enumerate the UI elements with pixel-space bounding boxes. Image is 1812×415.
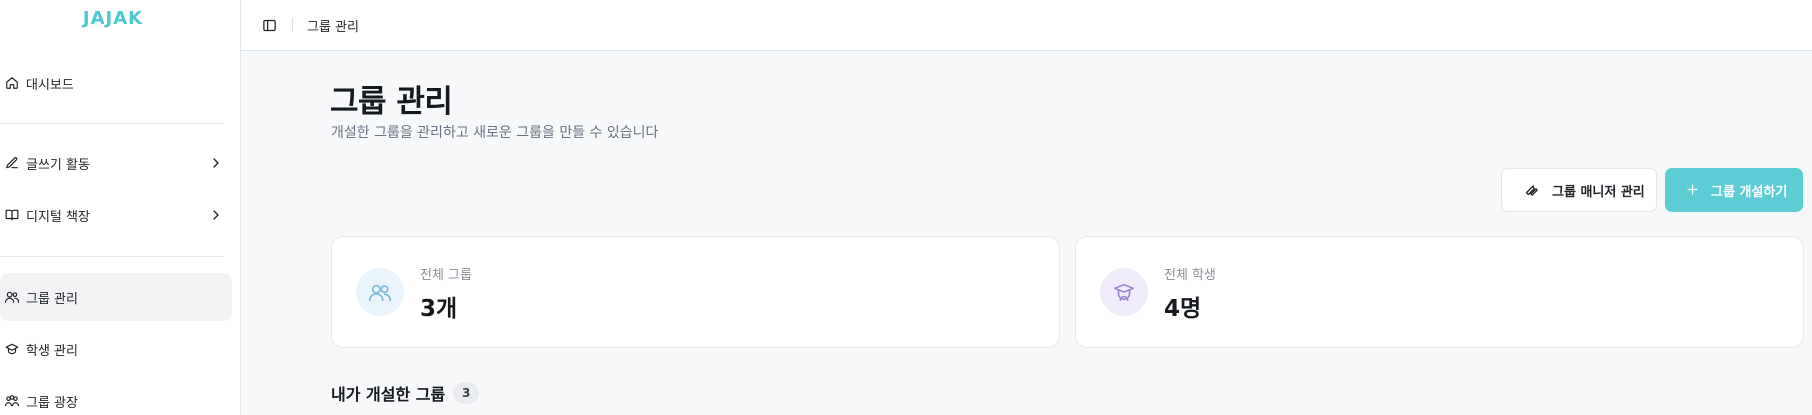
sidebar-item-dashboard[interactable]: 대시보드 [0, 59, 232, 107]
group-count-badge: 3 [453, 382, 480, 404]
sidebar-divider [0, 256, 224, 257]
group-manager-button[interactable]: 그룹 매니저 관리 [1501, 168, 1657, 212]
stat-value: 3개 [420, 296, 458, 322]
sidebar-item-label: 글쓰기 활동 [26, 157, 90, 173]
stat-label: 전체 학생 [1164, 268, 1216, 283]
sidebar-divider [0, 123, 224, 124]
stat-card-total-students: 전체 학생 4명 [1075, 236, 1804, 348]
main-content: 그룹 관리 개설한 그룹을 관리하고 새로운 그룹을 만들 수 있습니다 그룹 … [241, 51, 1812, 415]
page-subtitle: 개설한 그룹을 관리하고 새로운 그룹을 만들 수 있습니다 [331, 125, 659, 141]
users-icon [4, 289, 20, 305]
sidebar-item-label: 학생 관리 [26, 343, 78, 359]
home-icon [4, 75, 20, 91]
sidebar-item-bookshelf[interactable]: 디지털 책장 [0, 191, 232, 239]
page-title: 그룹 관리 [330, 84, 453, 120]
stat-label: 전체 그룹 [420, 268, 472, 283]
create-group-button[interactable]: 그룹 개설하기 [1665, 168, 1803, 212]
sidebar-item-label: 디지털 책장 [26, 209, 90, 225]
sidebar-item-group-management[interactable]: 그룹 관리 [0, 273, 232, 321]
chevron-right-icon [208, 155, 224, 171]
graduation-cap-icon [4, 341, 20, 357]
book-icon [4, 207, 20, 223]
student-icon [1100, 268, 1148, 316]
section-title: 내가 개설한 그룹 3 [331, 381, 480, 405]
pen-icon [4, 155, 20, 171]
breadcrumb: 그룹 관리 [307, 19, 359, 35]
brand-logo[interactable]: JAJAK [0, 8, 226, 29]
plus-icon [1685, 182, 1701, 198]
stat-card-total-groups: 전체 그룹 3개 [331, 236, 1060, 348]
sidebar-toggle-icon[interactable] [260, 16, 278, 34]
chevron-right-icon [208, 207, 224, 223]
sidebar-item-student-management[interactable]: 학생 관리 [0, 325, 232, 373]
sidebar-item-writing[interactable]: 글쓰기 활동 [0, 139, 232, 187]
sidebar-item-label: 대시보드 [26, 77, 74, 93]
section-title-text: 내가 개설한 그룹 [331, 385, 446, 404]
topbar-separator [292, 18, 293, 32]
stat-value: 4명 [1164, 296, 1202, 322]
sidebar-item-group-plaza[interactable]: 그룹 광장 [0, 377, 232, 415]
group-manager-label: 그룹 매니저 관리 [1552, 184, 1645, 200]
sidebar-item-label: 그룹 관리 [26, 291, 78, 307]
wrench-icon [1524, 182, 1540, 198]
top-bar: 그룹 관리 [241, 0, 1812, 51]
sidebar: JAJAK 대시보드 글쓰기 활동 디지털 책장 그룹 관리 학생 관리 그룹 … [0, 0, 241, 415]
sidebar-item-label: 그룹 광장 [26, 395, 78, 411]
users-icon [356, 268, 404, 316]
create-group-label: 그룹 개설하기 [1711, 184, 1788, 200]
group-plaza-icon [4, 393, 20, 409]
